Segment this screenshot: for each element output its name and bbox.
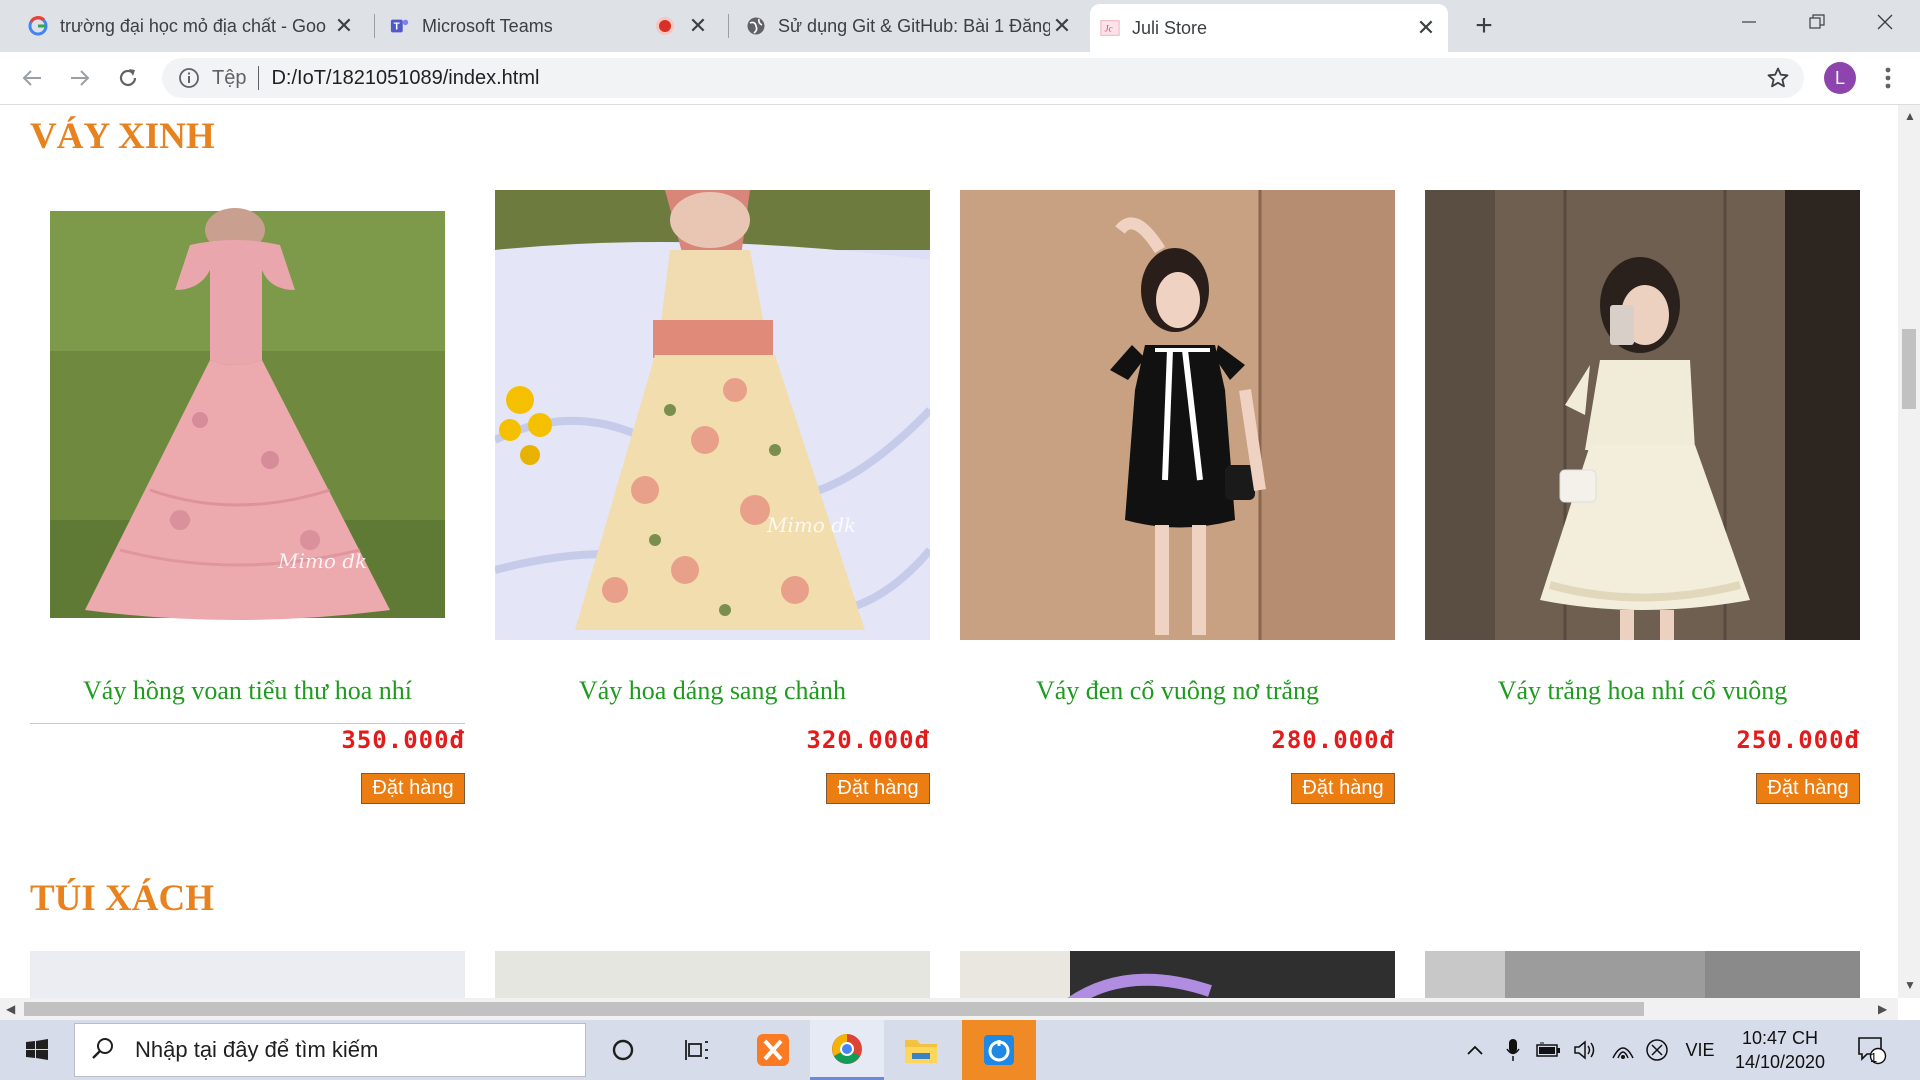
juli-store-icon: Jc	[1100, 18, 1120, 38]
product-image[interactable]	[1425, 190, 1860, 640]
notification-center-icon[interactable]: 1	[1852, 1020, 1892, 1080]
product-image[interactable]	[960, 951, 1395, 998]
tab-strip: trường đại học mỏ địa chất - Goo ✕ T Mic…	[0, 0, 1920, 52]
order-button[interactable]: Đặt hàng	[826, 773, 930, 804]
product-name[interactable]: Váy đen cổ vuông nơ trắng	[960, 676, 1395, 706]
microphone-icon[interactable]	[1500, 1020, 1526, 1080]
notification-count: 1	[1870, 1050, 1878, 1065]
kebab-menu-icon[interactable]	[1876, 62, 1900, 94]
clock-date: 14/10/2020	[1734, 1052, 1826, 1072]
search-icon	[91, 1036, 115, 1065]
new-tab-button[interactable]: +	[1466, 8, 1502, 44]
product-image[interactable]	[960, 190, 1395, 640]
windows-taskbar: Nhập tại đây để tìm kiếm VIE 10:47 CH 14…	[0, 1020, 1920, 1080]
product-price: 320.000đ	[806, 726, 930, 754]
svg-text:T: T	[394, 22, 400, 33]
product-image[interactable]	[1425, 951, 1860, 998]
tab-separator	[728, 14, 729, 38]
tab-title: Sử dụng Git & GitHub: Bài 1 Đăng	[778, 15, 1050, 36]
product-name[interactable]: Váy trắng hoa nhí cổ vuông	[1425, 676, 1860, 706]
product-name[interactable]: Váy hồng voan tiểu thư hoa nhí	[30, 676, 465, 706]
section-title-dresses: VÁY XINH	[30, 116, 215, 157]
reload-icon[interactable]	[110, 60, 146, 96]
tab-title: Microsoft Teams	[422, 15, 553, 36]
search-placeholder: Nhập tại đây để tìm kiếm	[135, 1037, 379, 1062]
chrome-icon[interactable]	[810, 1020, 884, 1080]
product-name[interactable]: Váy hoa dáng sang chảnh	[495, 676, 930, 706]
svg-text:Jc: Jc	[1105, 24, 1113, 34]
product-price: 350.000đ	[341, 726, 465, 754]
product-image[interactable]	[30, 951, 465, 998]
card-divider	[30, 723, 465, 724]
section-title-bags: TÚI XÁCH	[30, 878, 214, 919]
close-tab-icon[interactable]: ✕	[1414, 15, 1438, 41]
profile-avatar[interactable]: L	[1824, 62, 1856, 94]
tab-juli-store[interactable]: Jc Juli Store ✕	[1090, 4, 1448, 52]
page-viewport: VÁY XINH Mimo dk Váy hồng voan tiểu thư …	[0, 105, 1898, 998]
file-explorer-icon[interactable]	[884, 1020, 958, 1080]
scrollbar-thumb[interactable]	[24, 1002, 1644, 1016]
show-hidden-icons-icon[interactable]	[1462, 1020, 1488, 1080]
bookmark-star-icon[interactable]	[1766, 66, 1790, 95]
scroll-up-arrow-icon[interactable]: ▲	[1904, 109, 1916, 123]
tab-microsoft-teams[interactable]: T Microsoft Teams ✕	[380, 6, 720, 46]
product-image[interactable]	[495, 951, 930, 998]
restore-icon[interactable]	[1782, 0, 1852, 44]
horizontal-scrollbar[interactable]: ◀ ▶	[0, 998, 1898, 1020]
close-tab-icon[interactable]: ✕	[1050, 13, 1074, 39]
info-icon[interactable]	[178, 67, 200, 89]
volume-icon[interactable]	[1570, 1020, 1600, 1080]
no-connection-icon[interactable]	[1642, 1020, 1672, 1080]
product-image[interactable]: Mimo dk	[30, 190, 465, 640]
address-bar[interactable]: Tệp D:/IoT/1821051089/index.html	[162, 58, 1804, 98]
tab-separator	[374, 14, 375, 38]
close-window-icon[interactable]	[1850, 0, 1920, 44]
product-price: 250.000đ	[1736, 726, 1860, 754]
back-arrow-icon[interactable]	[14, 60, 50, 96]
order-button[interactable]: Đặt hàng	[361, 773, 465, 804]
globe-icon	[746, 16, 766, 36]
minimize-icon[interactable]	[1714, 0, 1784, 44]
close-tab-icon[interactable]: ✕	[332, 13, 356, 39]
tab-git-github[interactable]: Sử dụng Git & GitHub: Bài 1 Đăng ✕	[736, 6, 1084, 46]
clock-time: 10:47 CH	[1741, 1028, 1819, 1048]
tab-title: Juli Store	[1132, 17, 1208, 38]
scroll-left-arrow-icon[interactable]: ◀	[6, 1002, 15, 1016]
windows-start-icon[interactable]	[0, 1020, 74, 1080]
product-image[interactable]: Mimo dk	[495, 190, 930, 640]
wifi-icon[interactable]	[1608, 1020, 1638, 1080]
recording-icon	[656, 17, 674, 35]
taskbar-search-input[interactable]: Nhập tại đây để tìm kiếm	[74, 1023, 586, 1077]
forward-arrow-icon[interactable]	[62, 60, 98, 96]
xampp-icon[interactable]	[736, 1020, 810, 1080]
vertical-scrollbar[interactable]: ▲ ▼	[1898, 105, 1920, 998]
order-button[interactable]: Đặt hàng	[1291, 773, 1395, 804]
cortana-icon[interactable]	[586, 1020, 660, 1080]
close-tab-icon[interactable]: ✕	[686, 13, 710, 39]
tab-title: trường đại học mỏ địa chất - Goo	[60, 15, 326, 36]
scroll-right-arrow-icon[interactable]: ▶	[1878, 1002, 1887, 1016]
tab-google-search[interactable]: trường đại học mỏ địa chất - Goo ✕	[18, 6, 366, 46]
teams-icon: T	[390, 16, 410, 36]
battery-icon[interactable]	[1534, 1020, 1564, 1080]
order-button[interactable]: Đặt hàng	[1756, 773, 1860, 804]
product-price: 280.000đ	[1271, 726, 1395, 754]
task-view-icon[interactable]	[660, 1020, 734, 1080]
url-text[interactable]: D:/IoT/1821051089/index.html	[271, 67, 539, 90]
address-divider	[258, 66, 260, 90]
google-icon	[28, 16, 48, 36]
scroll-down-arrow-icon[interactable]: ▼	[1904, 978, 1916, 992]
scrollbar-thumb[interactable]	[1902, 329, 1916, 409]
browser-toolbar: Tệp D:/IoT/1821051089/index.html L	[0, 52, 1920, 105]
scheme-label: Tệp	[212, 66, 247, 89]
active-app-icon[interactable]	[962, 1020, 1036, 1080]
watermark-text: Mimo dk	[277, 549, 367, 573]
taskbar-clock[interactable]: 10:47 CH 14/10/2020	[1700, 1026, 1860, 1074]
watermark-text: Mimo dk	[766, 513, 856, 537]
